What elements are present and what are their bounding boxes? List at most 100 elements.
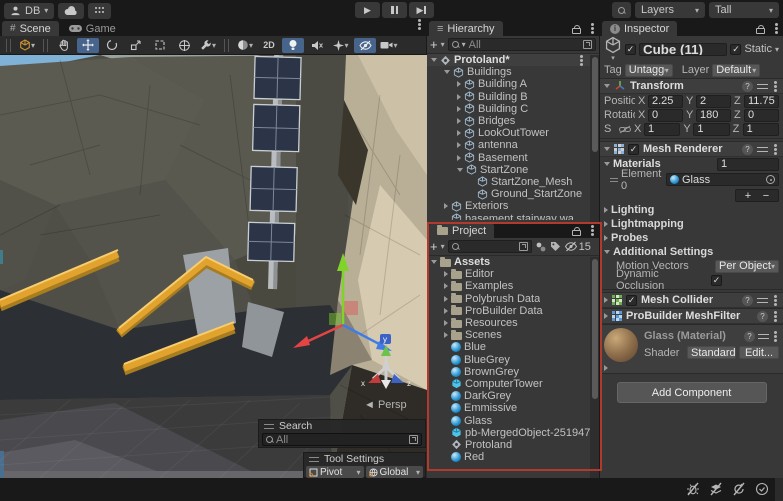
foldout-expanded-icon[interactable] [431, 260, 437, 264]
hierarchy-item-basement-stairway-wa[interactable]: basement stairway wa [427, 212, 599, 220]
project-item-protoland[interactable]: Protoland [427, 439, 599, 451]
effects-dropdown[interactable]: ▾ [330, 38, 352, 53]
scene-visibility-toggle[interactable] [354, 38, 376, 53]
foldout-collapsed-icon[interactable] [444, 271, 448, 277]
foldout-collapsed-icon[interactable] [457, 94, 461, 100]
foldout-expanded-icon[interactable] [457, 168, 463, 172]
hierarchy-item-lookouttower[interactable]: LookOutTower [427, 127, 599, 139]
hierarchy-item-basement[interactable]: Basement [427, 152, 599, 164]
foldout-collapsed-icon[interactable] [457, 155, 461, 161]
hierarchy-item-antenna[interactable]: antenna [427, 139, 599, 151]
step-button[interactable]: ▶ [409, 2, 434, 18]
lock-icon[interactable] [572, 28, 581, 34]
kebab-menu-icon[interactable] [418, 23, 421, 26]
object-picker-icon[interactable] [766, 175, 775, 184]
hidden-packages-toggle[interactable]: 15 [564, 241, 591, 253]
project-item-pb-mergedobject-2519470[interactable]: pb-MergedObject-2519470 [427, 427, 599, 439]
hierarchy-item-startzone[interactable]: StartZone [427, 164, 599, 176]
tab-hierarchy[interactable]: ≡ Hierarchy [429, 21, 503, 36]
drag-handle-icon[interactable] [6, 39, 11, 52]
refresh-disabled-icon[interactable] [732, 482, 746, 496]
rect-tool-button[interactable] [149, 38, 171, 53]
position-y-field[interactable]: 2 [696, 95, 731, 108]
add-component-button[interactable]: Add Component [617, 382, 767, 403]
lock-icon[interactable] [756, 28, 765, 34]
transform-tool-button[interactable] [173, 38, 195, 53]
hierarchy-item-building-a[interactable]: Building A [427, 78, 599, 90]
tab-project[interactable]: Project [429, 223, 494, 238]
add-asset-button[interactable]: + [430, 242, 438, 252]
tab-inspector[interactable]: i Inspector [602, 21, 677, 36]
project-item-assets[interactable]: Assets [427, 256, 599, 268]
transform-header[interactable]: Transform ? [600, 78, 783, 94]
constrain-proportions-icon[interactable] [619, 125, 631, 134]
picker-icon[interactable] [519, 242, 528, 251]
rotation-z-field[interactable]: 0 [744, 109, 779, 122]
gameobject-icon-dropdown[interactable]: ▾ [604, 36, 622, 62]
pause-button[interactable] [382, 2, 407, 18]
shader-edit-button[interactable]: Edit... [739, 346, 779, 359]
section-additional-settings[interactable]: Additional Settings [600, 245, 783, 259]
tab-game[interactable]: Game [61, 21, 124, 36]
kebab-menu-icon[interactable] [774, 148, 777, 151]
project-scrollbar[interactable] [590, 257, 599, 479]
static-dropdown[interactable]: ▾ [775, 45, 779, 54]
foldout-expanded-icon[interactable] [444, 70, 450, 74]
kebab-menu-icon[interactable] [774, 315, 777, 318]
materials-count-field[interactable]: 1 [717, 158, 779, 171]
foldout-collapsed-icon[interactable] [457, 142, 461, 148]
tab-scene[interactable]: # Scene [2, 21, 59, 36]
debug-disabled-icon[interactable] [686, 482, 700, 496]
cloud-button[interactable] [58, 3, 84, 19]
add-material-button[interactable]: + [745, 190, 751, 202]
kebab-menu-icon[interactable] [774, 335, 777, 338]
help-icon[interactable]: ? [742, 81, 753, 92]
preset-icon[interactable] [757, 145, 768, 154]
project-item-blue[interactable]: Blue [427, 341, 599, 353]
layout-dropdown[interactable]: Tall▾ [709, 2, 779, 18]
preset-icon[interactable] [757, 82, 768, 91]
project-item-probuilder-data[interactable]: ProBuilder Data [427, 305, 599, 317]
project-item-darkgrey[interactable]: DarkGrey [427, 390, 599, 402]
hierarchy-item-ground-startzone[interactable]: Ground_StartZone [427, 188, 599, 200]
active-checkbox[interactable]: ✓ [625, 44, 636, 55]
kebab-menu-icon[interactable] [591, 229, 594, 232]
draw-mode-dropdown[interactable]: ▾ [234, 38, 256, 53]
remove-material-button[interactable]: − [763, 190, 769, 202]
resize-grip[interactable] [775, 478, 783, 501]
help-icon[interactable]: ? [742, 144, 753, 155]
material-preview-foldout[interactable] [604, 365, 608, 371]
section-probes[interactable]: Probes [600, 231, 783, 245]
hierarchy-item-building-c[interactable]: Building C [427, 103, 599, 115]
audio-toggle-button[interactable] [306, 38, 328, 53]
layer-dropdown[interactable]: Default▾ [712, 64, 760, 77]
drag-handle-icon[interactable] [309, 457, 319, 462]
rotate-tool-button[interactable] [101, 38, 123, 53]
kebab-menu-icon[interactable] [580, 59, 583, 62]
tag-dropdown[interactable]: Untagged▾ [625, 64, 673, 77]
lock-icon[interactable] [572, 230, 581, 236]
play-button[interactable]: ▶ [355, 2, 380, 18]
search-by-label-icon[interactable] [550, 241, 561, 252]
project-item-computertower[interactable]: ComputerTower [427, 378, 599, 390]
help-icon[interactable]: ? [742, 295, 753, 306]
scene-search-input[interactable]: All [262, 433, 422, 446]
scale-z-field[interactable]: 1 [743, 123, 779, 136]
mesh-collider-header[interactable]: ✓ Mesh Collider ? [600, 292, 783, 308]
project-item-polybrush-data[interactable]: Polybrush Data [427, 293, 599, 305]
hierarchy-item-building-b[interactable]: Building B [427, 91, 599, 103]
hierarchy-item-startzone-mesh[interactable]: StartZone_Mesh [427, 176, 599, 188]
scale-tool-button[interactable] [125, 38, 147, 53]
foldout-collapsed-icon[interactable] [457, 81, 461, 87]
project-item-bluegrey[interactable]: BlueGrey [427, 354, 599, 366]
project-item-scenes[interactable]: Scenes [427, 329, 599, 341]
material-object-field[interactable]: Glass [666, 173, 779, 186]
foldout-collapsed-icon[interactable] [457, 118, 461, 124]
project-item-browngrey[interactable]: BrownGrey [427, 366, 599, 378]
global-dropdown[interactable]: Global▾ [366, 466, 424, 478]
hierarchy-item-buildings[interactable]: Buildings [427, 66, 599, 78]
picker-icon[interactable] [583, 40, 592, 49]
rotation-y-field[interactable]: 180 [696, 109, 731, 122]
foldout-collapsed-icon[interactable] [444, 296, 448, 302]
account-button[interactable]: DB ▾ [4, 3, 54, 19]
